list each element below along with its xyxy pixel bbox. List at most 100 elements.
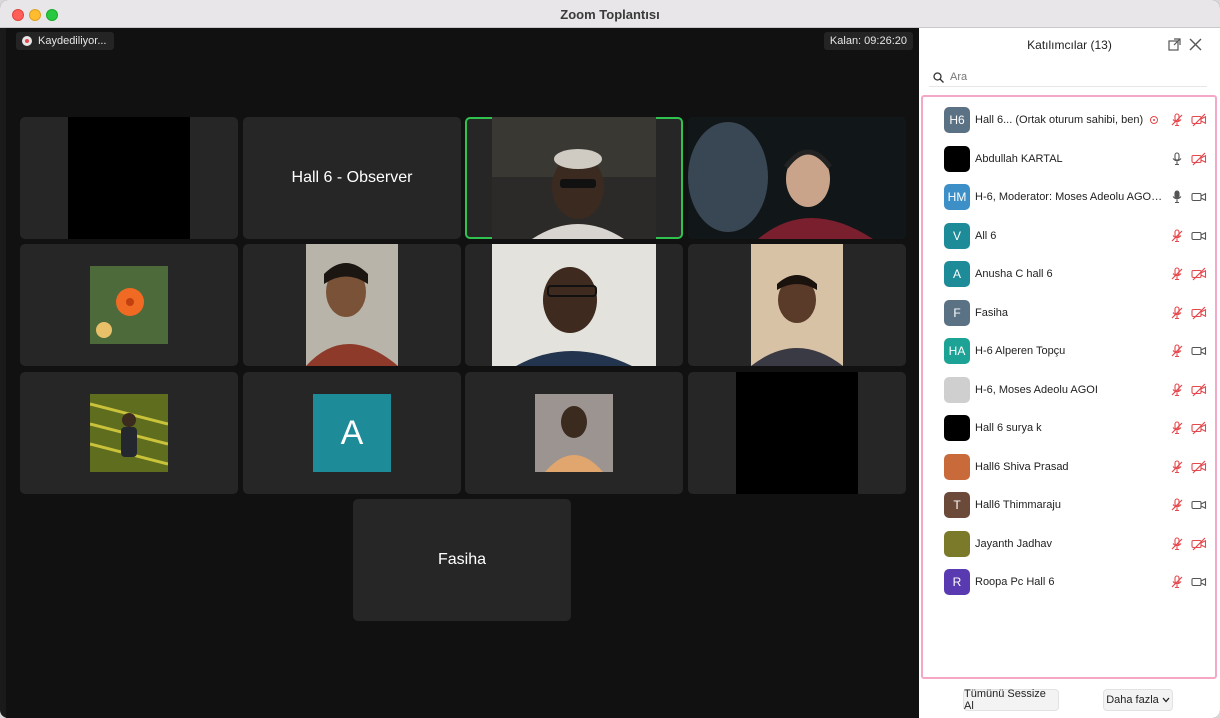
participant-name: H-6, Moderator: Moses Adeolu AGOI... — [975, 191, 1163, 203]
video-feed — [751, 244, 843, 366]
participant-name: Hall 6 surya k — [975, 422, 1042, 434]
close-icon[interactable] — [1189, 38, 1202, 51]
video-tile[interactable] — [688, 244, 906, 366]
participant-name: Hall6 Shiva Prasad — [975, 460, 1069, 473]
avatar: T — [944, 492, 970, 518]
participant-name: Jayanth Jadhav — [975, 537, 1053, 550]
avatar: A — [944, 261, 970, 287]
participant-name: Anusha C hall 6 — [975, 268, 1053, 280]
window-title: Zoom Toplantısı — [560, 7, 660, 22]
camera-off-icon[interactable] — [1191, 421, 1207, 435]
participant-name: All 6 — [975, 229, 997, 242]
recording-icon — [1150, 116, 1158, 124]
more-button[interactable]: Daha fazla — [1103, 689, 1173, 711]
participant-list: H6 Hall 6... (Ortak oturum sahibi, ben) Ab… — [921, 95, 1217, 679]
mic-muted-icon[interactable] — [1170, 575, 1184, 589]
mic-muted-icon[interactable] — [1170, 228, 1184, 243]
more-label: Daha fazla — [1106, 694, 1159, 706]
mic-muted-icon[interactable] — [1170, 498, 1184, 512]
camera-icon[interactable] — [1191, 229, 1207, 243]
video-tile-fasiha[interactable]: Fasiha — [353, 499, 571, 621]
camera-off-icon[interactable] — [1191, 383, 1207, 397]
video-tile[interactable] — [465, 244, 683, 366]
video-gallery: Kaydediliyor... Kalan: 09:26:20 Hall 6 -… — [6, 28, 919, 718]
video-tile[interactable] — [688, 117, 906, 239]
participant-row[interactable]: A Anusha C hall 6 — [923, 255, 1215, 293]
avatar — [944, 415, 970, 441]
mute-all-button[interactable]: Tümünü Sessize Al — [963, 688, 1059, 712]
camera-icon[interactable] — [1191, 575, 1207, 589]
participant-row[interactable]: HM H-6, Moderator: Moses Adeolu AGOI... — [923, 178, 1215, 216]
avatar: A — [313, 394, 391, 472]
mic-muted-icon[interactable] — [1170, 459, 1184, 474]
participant-row[interactable]: H6 Hall 6... (Ortak oturum sahibi, ben) — [923, 101, 1215, 139]
avatar: HA — [944, 338, 970, 364]
camera-icon[interactable] — [1191, 498, 1207, 512]
video-feed — [736, 372, 858, 494]
record-icon — [22, 36, 32, 46]
search-bar[interactable] — [929, 68, 1207, 87]
camera-off-icon[interactable] — [1191, 537, 1207, 551]
search-input[interactable] — [950, 71, 1190, 83]
camera-icon[interactable] — [1191, 344, 1207, 358]
zoom-window: Zoom Toplantısı Kaydediliyor... Kalan: 0… — [0, 0, 1220, 718]
video-tile[interactable] — [20, 372, 238, 494]
avatar — [944, 530, 970, 557]
chevron-down-icon — [1162, 697, 1170, 703]
video-tile[interactable] — [20, 117, 238, 239]
participant-row[interactable]: F Fasiha — [923, 294, 1215, 332]
mic-muted-icon[interactable] — [1170, 536, 1184, 551]
participant-name: Hall 6... (Ortak oturum sahibi, ben) — [975, 114, 1144, 126]
participant-row[interactable]: HA H-6 Alperen Topçu — [923, 332, 1215, 370]
video-tile[interactable] — [243, 244, 461, 366]
video-tile-observer[interactable]: Hall 6 - Observer — [243, 117, 461, 239]
mic-muted-icon[interactable] — [1170, 113, 1184, 127]
camera-off-icon[interactable] — [1191, 306, 1207, 320]
avatar: H6 — [944, 107, 970, 133]
camera-icon[interactable] — [1191, 190, 1207, 204]
avatar: V — [944, 222, 970, 249]
participant-row[interactable]: Hall 6 surya k — [923, 409, 1215, 447]
participant-row[interactable]: Hall6 Shiva Prasad — [923, 448, 1215, 486]
avatar: HM — [944, 184, 970, 210]
participant-name: H-6, Moses Adeolu AGOI — [975, 383, 1098, 396]
avatar: R — [944, 569, 970, 595]
mic-muted-icon[interactable] — [1170, 344, 1184, 358]
participant-row[interactable]: Abdullah KARTAL — [923, 140, 1215, 178]
profile-picture — [90, 266, 168, 344]
avatar — [944, 376, 970, 403]
video-feed — [68, 117, 190, 239]
participant-row[interactable]: T Hall6 Thimmaraju — [923, 486, 1215, 524]
mic-icon[interactable] — [1170, 190, 1184, 204]
video-tile[interactable] — [20, 244, 238, 366]
participant-row[interactable]: V All 6 — [923, 217, 1215, 255]
mic-muted-icon[interactable] — [1170, 267, 1184, 281]
video-feed — [492, 117, 656, 239]
title-bar: Zoom Toplantısı — [0, 0, 1220, 28]
mic-icon[interactable] — [1170, 151, 1184, 166]
video-tile[interactable] — [465, 372, 683, 494]
mute-all-label: Tümünü Sessize Al — [964, 688, 1046, 712]
camera-off-icon[interactable] — [1191, 460, 1207, 474]
video-tile[interactable] — [688, 372, 906, 494]
participants-panel: Katılımcılar (13) H6Hall 6... (Ortak otu… — [919, 28, 1220, 718]
video-feed — [306, 244, 398, 366]
video-tile-active-speaker[interactable] — [465, 117, 683, 239]
camera-off-icon[interactable] — [1191, 113, 1207, 127]
profile-picture — [535, 394, 613, 472]
participant-name: Abdullah KARTAL — [975, 152, 1063, 165]
mic-muted-icon[interactable] — [1170, 305, 1184, 320]
participant-name: Fasiha — [975, 306, 1009, 319]
camera-off-icon[interactable] — [1191, 267, 1207, 281]
profile-picture — [90, 394, 168, 472]
video-tile[interactable]: A — [243, 372, 461, 494]
pop-out-icon[interactable] — [1168, 38, 1181, 51]
recording-indicator[interactable]: Kaydediliyor... — [16, 32, 115, 50]
participant-row[interactable]: H-6, Moses Adeolu AGOI — [923, 371, 1215, 409]
tile-name: Hall 6 - Observer — [291, 169, 413, 186]
mic-muted-icon[interactable] — [1170, 382, 1184, 397]
camera-off-icon[interactable] — [1191, 152, 1207, 166]
participant-row[interactable]: R Roopa Pc Hall 6 — [923, 563, 1215, 601]
participant-row[interactable]: Jayanth Jadhav — [923, 525, 1215, 563]
mic-muted-icon[interactable] — [1170, 421, 1184, 435]
